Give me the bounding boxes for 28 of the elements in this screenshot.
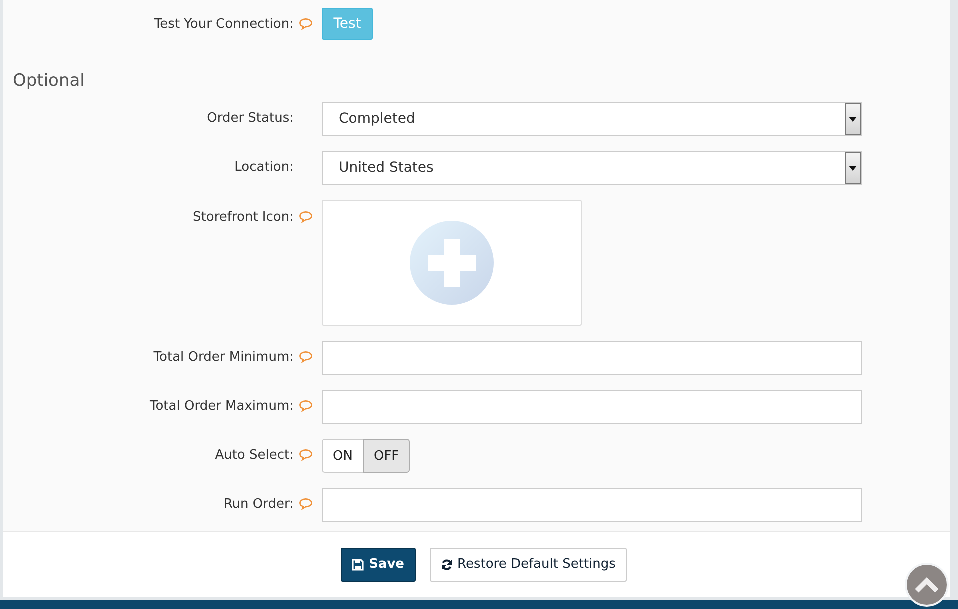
refresh-icon [440, 558, 452, 570]
field-label: Location: [234, 160, 294, 174]
help-bubble-icon[interactable] [299, 400, 313, 412]
toggle-option[interactable]: OFF [362, 439, 410, 473]
input-field[interactable] [322, 390, 862, 424]
input-field[interactable] [322, 341, 862, 375]
field-label: Total Order Maximum: [150, 398, 294, 414]
dropdown[interactable]: Completed [322, 102, 862, 136]
field-label: Auto Select: [215, 448, 294, 462]
help-bubble-icon[interactable] [299, 449, 313, 461]
help-bubble-icon[interactable] [299, 211, 313, 223]
field-label: Run Order: [224, 496, 294, 512]
input-field[interactable] [322, 488, 862, 522]
restore-defaults-button[interactable]: Restore Default Settings [430, 548, 627, 582]
chevron-up-icon [915, 577, 939, 593]
section-heading: Optional [12, 71, 86, 91]
field-label: Test Your Connection: [154, 16, 294, 32]
field-label: Storefront Icon: [193, 210, 294, 224]
add-circle-icon [409, 220, 495, 306]
toggle-option[interactable]: ON [322, 439, 364, 473]
image-upload-area[interactable] [322, 200, 582, 326]
dropdown[interactable]: United States [322, 151, 862, 185]
field-label: Total Order Minimum: [154, 350, 294, 364]
help-bubble-icon[interactable] [299, 351, 313, 363]
field-label: Order Status: [207, 110, 294, 126]
help-bubble-icon[interactable] [299, 18, 313, 30]
save-button[interactable]: Save [341, 548, 416, 582]
help-bubble-icon[interactable] [299, 498, 313, 510]
